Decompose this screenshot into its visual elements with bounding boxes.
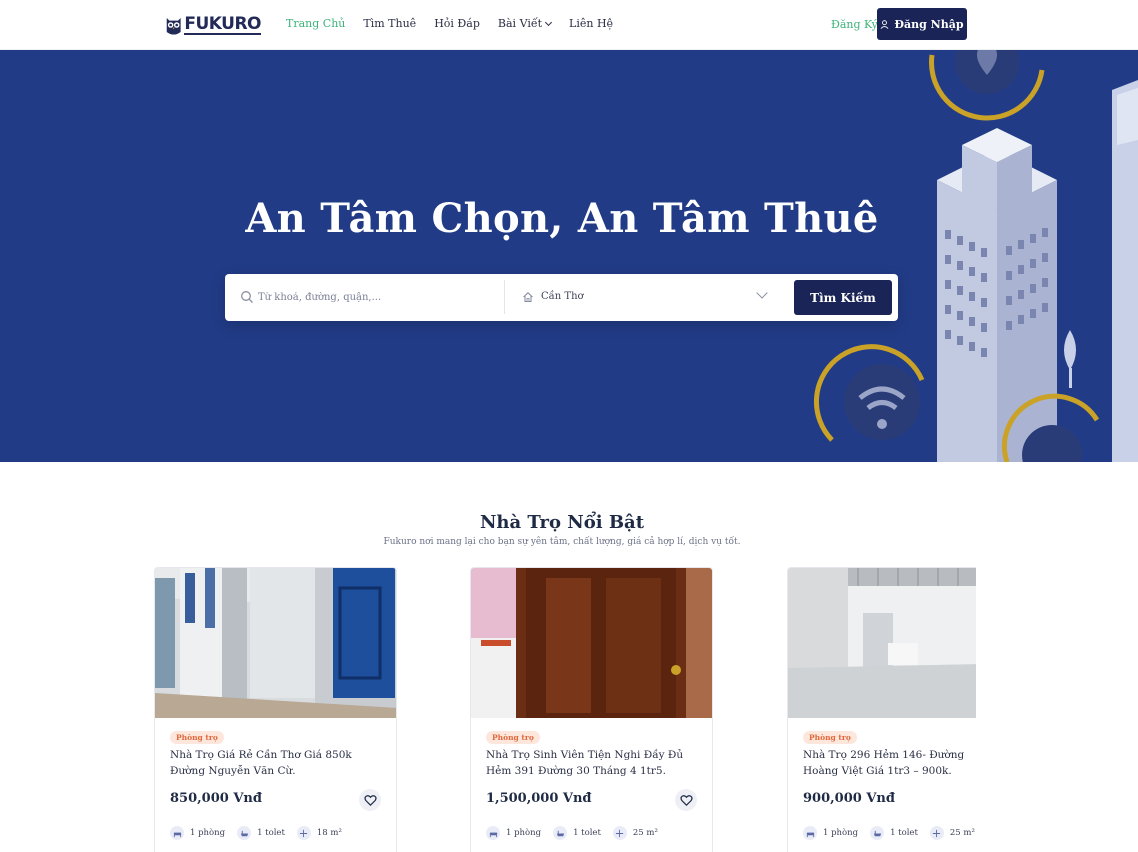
listing-card-clip: Phòng trọ Nhà Trọ 296 Hẻm 146- Đường Hoà… [787, 567, 976, 852]
room-count-label: 1 phòng [190, 828, 226, 838]
toilet-count-label: 1 tolet [573, 828, 601, 838]
home-icon [523, 292, 533, 303]
listing-features: 1 phòng 1 tolet 18 m² [170, 826, 354, 840]
area-icon [612, 826, 627, 840]
section-title: Nhà Trọ Nổi Bật [479, 512, 645, 533]
area-size: 18 m² [296, 826, 342, 840]
bed-icon [170, 826, 184, 840]
nav-item-posts[interactable]: Bài Viết [497, 17, 553, 30]
chevron-down-icon [544, 18, 553, 27]
listing-title[interactable]: Nhà Trọ Sinh Viên Tiện Nghi Đầy Đủ Hẻm 3… [486, 747, 701, 779]
toilet-count: 1 tolet [870, 826, 918, 840]
listing-price: 1,500,000 Vnđ [486, 791, 592, 806]
chevron-down-icon[interactable] [756, 287, 768, 299]
hero-title: An Tâm Chọn, An Tâm Thuê [245, 195, 879, 242]
bathtub-icon [237, 826, 252, 840]
login-button[interactable]: Đăng Nhập [877, 8, 967, 40]
search-button[interactable]: Tìm Kiếm [794, 280, 892, 315]
room-count: 1 phòng [170, 826, 225, 840]
bed-icon [803, 826, 817, 840]
login-button-label: Đăng Nhập [894, 17, 964, 31]
search-input[interactable] [258, 286, 498, 308]
heart-icon [363, 794, 377, 806]
nav-item-posts-label: Bài Viết [497, 17, 543, 30]
brand-name: FUKURO [184, 14, 261, 35]
listing-card[interactable]: Phòng trọ Nhà Trọ Sinh Viên Tiện Nghi Đầ… [470, 567, 713, 852]
nav-item-home[interactable]: Trang Chủ [286, 17, 345, 30]
listing-photo [788, 568, 976, 718]
section-subtitle: Fukuro nơi mang lại cho bạn sự yên tâm, … [383, 537, 741, 547]
room-count-label: 1 phòng [506, 828, 542, 838]
toilet-count-label: 1 tolet [890, 828, 918, 838]
area-size-label: 18 m² [316, 828, 342, 838]
city-select[interactable]: Cần Thơ [541, 291, 584, 302]
hero-banner: An Tâm Chọn, An Tâm Thuê Cần Thơ Tìm Kiế… [0, 50, 1138, 462]
listing-card[interactable]: Phòng trọ Nhà Trọ Giá Rẻ Cần Thơ Giá 850… [154, 567, 397, 852]
city-illustration [813, 50, 1138, 462]
listing-price: 900,000 Vnđ [803, 791, 895, 806]
listing-price: 850,000 Vnđ [170, 791, 262, 806]
category-tag: Phòng trọ [486, 731, 540, 744]
category-tag: Phòng trọ [170, 731, 224, 744]
room-count-label: 1 phòng [823, 828, 859, 838]
favorite-button[interactable] [359, 789, 381, 811]
brand-logo[interactable]: FUKURO [165, 9, 261, 41]
listing-title[interactable]: Nhà Trọ Giá Rẻ Cần Thơ Giá 850k Đường Ng… [170, 747, 385, 779]
bed-icon [486, 826, 500, 840]
listing-features: 1 phòng 1 tolet 25 m² [486, 826, 670, 840]
area-size: 25 m² [612, 826, 658, 840]
area-size-label: 25 m² [949, 828, 975, 838]
category-tag: Phòng trọ [803, 731, 857, 744]
search-icon [241, 291, 253, 303]
listing-card[interactable]: Phòng trọ Nhà Trọ 296 Hẻm 146- Đường Hoà… [787, 567, 976, 852]
area-size: 25 m² [929, 826, 975, 840]
register-link[interactable]: Đăng Ký [831, 18, 878, 31]
nav-item-contact[interactable]: Liên Hệ [569, 17, 613, 30]
bathtub-icon [553, 826, 568, 840]
nav-item-qa[interactable]: Hỏi Đáp [434, 17, 480, 30]
search-bar: Cần Thơ Tìm Kiếm [225, 274, 898, 321]
bathtub-icon [870, 826, 885, 840]
room-count: 1 phòng [486, 826, 541, 840]
listing-photo [471, 568, 712, 718]
search-divider [504, 280, 505, 314]
room-count: 1 phòng [803, 826, 858, 840]
top-navbar: FUKURO Trang Chủ Tìm Thuê Hỏi Đáp Bài Vi… [0, 0, 1138, 50]
toilet-count: 1 tolet [237, 826, 285, 840]
listing-photo [155, 568, 396, 718]
area-icon [296, 826, 311, 840]
listing-title[interactable]: Nhà Trọ 296 Hẻm 146- Đường Hoàng Việt Gi… [803, 747, 976, 779]
owl-logo-icon [166, 18, 181, 35]
favorite-button[interactable] [675, 789, 697, 811]
toilet-count: 1 tolet [553, 826, 601, 840]
nav-item-find-rent[interactable]: Tìm Thuê [363, 17, 416, 30]
listing-features: 1 phòng 1 tolet 25 m² [803, 826, 976, 840]
toilet-count-label: 1 tolet [257, 828, 285, 838]
main-nav: Trang Chủ Tìm Thuê Hỏi Đáp Bài Viết Liên… [286, 17, 631, 30]
area-size-label: 25 m² [632, 828, 658, 838]
area-icon [929, 826, 944, 840]
heart-icon [679, 794, 693, 806]
user-icon [880, 19, 889, 29]
